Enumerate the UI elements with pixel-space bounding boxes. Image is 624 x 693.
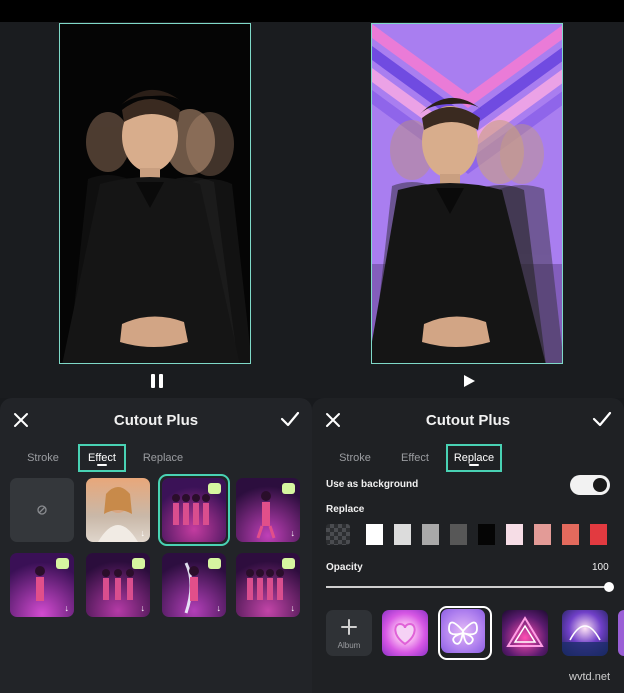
- color-swatch[interactable]: [478, 524, 495, 545]
- color-swatch[interactable]: [534, 524, 551, 545]
- download-icon: ↓: [290, 528, 296, 538]
- play-button[interactable]: [462, 374, 482, 390]
- butterfly-icon: [448, 621, 478, 645]
- effect-dancer-echo[interactable]: ↓: [236, 553, 300, 617]
- dome-icon: [562, 625, 608, 656]
- video-preview-right[interactable]: [371, 23, 563, 364]
- color-swatch[interactable]: [366, 524, 383, 545]
- effect-none[interactable]: [10, 478, 74, 542]
- replace-label: Replace: [326, 504, 365, 515]
- panel-title: Cutout Plus: [425, 412, 511, 429]
- pause-button[interactable]: [149, 374, 169, 390]
- download-icon: ↓: [140, 528, 146, 538]
- background-neon-triangle[interactable]: [502, 610, 548, 656]
- premium-crown-icon: [208, 558, 221, 569]
- effect-dancer-neon[interactable]: ↓: [10, 553, 74, 617]
- pause-icon: [151, 374, 155, 388]
- download-icon: ↓: [216, 603, 222, 613]
- effect-dancer-trail[interactable]: [162, 478, 226, 542]
- tab-effect[interactable]: Effect: [392, 444, 438, 472]
- watermark: wvtd.net: [569, 671, 610, 683]
- effect-dancer-shadow[interactable]: ↓: [86, 553, 150, 617]
- transparent-swatch[interactable]: [326, 524, 350, 545]
- effect-dancer-glow[interactable]: ↓: [162, 553, 226, 617]
- color-swatch[interactable]: [450, 524, 467, 545]
- premium-crown-icon: [56, 558, 69, 569]
- effect-dancer-spotlight[interactable]: ↓: [236, 478, 300, 542]
- video-preview-left[interactable]: [59, 23, 251, 364]
- confirm-check-icon[interactable]: [592, 410, 612, 428]
- person-cutout-trail: [62, 89, 250, 363]
- color-swatch[interactable]: [506, 524, 523, 545]
- download-icon: ↓: [64, 603, 70, 613]
- triangle-icon: [506, 616, 544, 647]
- download-icon: ↓: [290, 603, 296, 613]
- premium-crown-icon: [282, 483, 295, 494]
- color-swatch[interactable]: [590, 524, 607, 545]
- opacity-slider-handle[interactable]: [604, 582, 614, 592]
- toggle-knob: [593, 478, 607, 492]
- premium-crown-icon: [132, 558, 145, 569]
- effect-portrait[interactable]: ↓: [86, 478, 150, 542]
- status-bar: [0, 0, 624, 22]
- background-butterfly[interactable]: [441, 609, 485, 653]
- plus-icon: [341, 619, 357, 635]
- tab-replace[interactable]: Replace: [446, 444, 502, 472]
- confirm-check-icon[interactable]: [280, 410, 300, 428]
- opacity-value: 100: [592, 562, 609, 573]
- tab-underline: [97, 464, 107, 466]
- opacity-slider-track[interactable]: [326, 586, 610, 588]
- opacity-label: Opacity: [326, 562, 363, 573]
- tab-effect-label: Effect: [88, 452, 116, 464]
- cutout-panel-replace: Cutout Plus Stroke Effect Replace Use as…: [312, 398, 624, 693]
- cutout-panel-effect: Cutout Plus Stroke Effect Replace ↓ ↓ ↓ …: [0, 398, 312, 693]
- album-button[interactable]: Album: [326, 610, 372, 656]
- tab-replace[interactable]: Replace: [138, 444, 188, 472]
- color-swatch[interactable]: [394, 524, 411, 545]
- none-icon: [37, 505, 47, 515]
- tab-underline: [469, 464, 479, 466]
- tab-stroke[interactable]: Stroke: [20, 444, 66, 472]
- download-icon: ↓: [140, 603, 146, 613]
- use-as-background-toggle[interactable]: [570, 475, 610, 495]
- color-swatch[interactable]: [562, 524, 579, 545]
- color-swatch[interactable]: [422, 524, 439, 545]
- tab-bar: Stroke Effect Replace: [312, 444, 624, 472]
- background-more-peek[interactable]: [618, 610, 624, 656]
- tab-stroke[interactable]: Stroke: [332, 444, 378, 472]
- premium-crown-icon: [208, 483, 221, 494]
- background-heart-tunnel[interactable]: [382, 610, 428, 656]
- album-label: Album: [337, 641, 361, 650]
- use-as-background-label: Use as background: [326, 479, 419, 490]
- tab-replace-label: Replace: [453, 452, 495, 464]
- background-neon-dome[interactable]: [562, 610, 608, 656]
- panel-title: Cutout Plus: [113, 412, 199, 429]
- tab-bar: Stroke Effect Replace: [0, 444, 312, 472]
- heart-icon: [394, 622, 416, 646]
- butterfly-background: [372, 24, 562, 363]
- tab-effect[interactable]: Effect: [78, 444, 126, 472]
- premium-crown-icon: [282, 558, 295, 569]
- play-icon: [464, 375, 475, 387]
- pause-icon-bar: [159, 374, 163, 388]
